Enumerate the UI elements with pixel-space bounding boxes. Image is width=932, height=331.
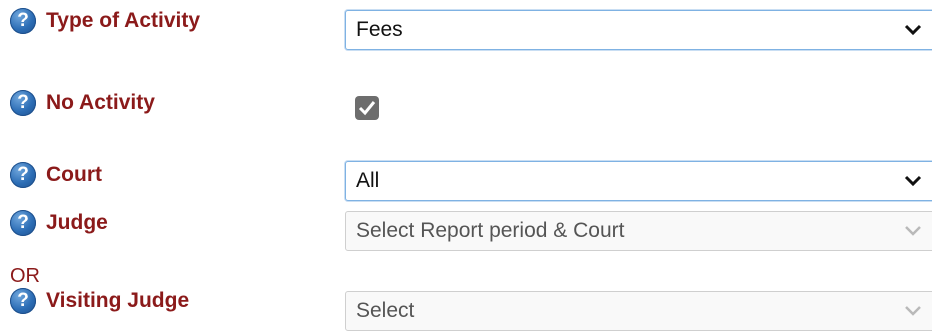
visiting-judge-label: ? Visiting Judge (10, 288, 189, 314)
type-of-activity-label: ? Type of Activity (10, 8, 200, 34)
judge-value: Select Report period & Court (356, 219, 625, 242)
no-activity-text: No Activity (46, 91, 155, 114)
help-icon[interactable]: ? (10, 162, 36, 188)
chevron-down-icon[interactable] (903, 20, 923, 40)
no-activity-label: ? No Activity (10, 90, 155, 116)
type-of-activity-select[interactable]: Fees (345, 10, 932, 50)
court-text: Court (46, 163, 102, 186)
help-icon[interactable]: ? (10, 210, 36, 236)
court-value: All (356, 169, 380, 192)
visiting-judge-text: Visiting Judge (46, 289, 190, 312)
chevron-down-icon[interactable] (903, 171, 923, 191)
judge-label: ? Judge (10, 210, 108, 236)
judge-text: Judge (46, 211, 108, 234)
chevron-down-icon (903, 221, 923, 241)
court-select[interactable]: All (345, 161, 932, 201)
type-of-activity-text: Type of Activity (46, 9, 201, 32)
court-label: ? Court (10, 162, 102, 188)
visiting-judge-value: Select (356, 299, 415, 322)
judge-select[interactable]: Select Report period & Court (345, 211, 932, 251)
chevron-down-icon (903, 301, 923, 321)
visiting-judge-select[interactable]: Select (345, 291, 932, 331)
help-icon[interactable]: ? (10, 288, 36, 314)
help-icon[interactable]: ? (10, 8, 36, 34)
no-activity-checkbox[interactable] (355, 96, 379, 120)
checkmark-icon (358, 101, 376, 116)
type-of-activity-value: Fees (356, 18, 403, 41)
help-icon[interactable]: ? (10, 90, 36, 116)
or-separator: OR (10, 265, 40, 287)
